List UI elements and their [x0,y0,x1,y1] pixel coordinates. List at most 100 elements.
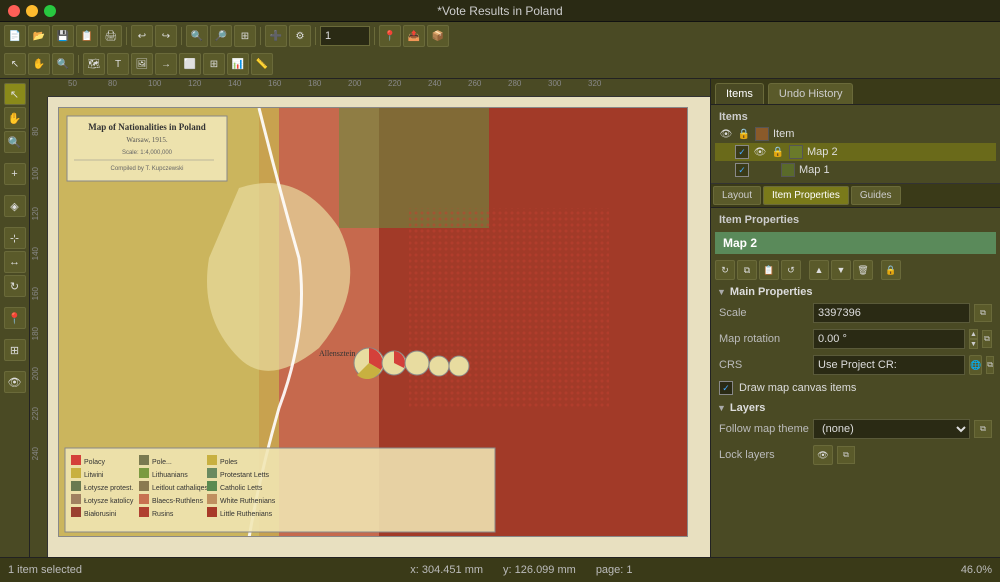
add-legend-button[interactable]: 📊 [227,53,249,75]
rotation-copy-btn[interactable]: ⧉ [982,330,992,348]
prop-paste-style-btn[interactable]: 📋 [759,260,779,280]
add-scalebar-button[interactable]: 📏 [251,53,273,75]
zoom-tool-button[interactable]: 🔍 [52,53,74,75]
canvas-area[interactable]: 50 80 100 120 140 160 180 200 220 240 26… [30,79,710,557]
select-item-tool[interactable]: ↖ [4,83,26,105]
item-eye-map2[interactable]: 👁 [753,145,767,159]
item-check-map1[interactable]: ✓ [735,163,749,177]
undo-history-tab[interactable]: Undo History [768,83,854,104]
item-row-map1[interactable]: ✓ Map 1 [715,161,996,179]
item-type-icon [755,127,769,141]
toolbar-sep-5 [374,27,375,45]
select-tool-button[interactable]: ↖ [4,53,26,75]
minimize-button[interactable] [26,5,38,17]
add-map-button[interactable]: 🗺 [83,53,105,75]
add-page-button[interactable]: ➕ [265,25,287,47]
scale-input[interactable] [813,303,970,323]
guides-tab[interactable]: Guides [851,186,901,205]
pan-tool[interactable]: ✋ [4,107,26,129]
node-edit-tool[interactable]: ◈ [4,195,26,217]
undo-button[interactable]: ↩ [131,25,153,47]
prop-lock-btn[interactable]: 🔒 [881,260,901,280]
item-properties-tab[interactable]: Item Properties [763,186,849,205]
follow-theme-copy-btn[interactable]: ⧉ [974,420,992,438]
print-button[interactable]: 🖨 [100,25,122,47]
items-tab[interactable]: Items [715,83,764,104]
saveas-button[interactable]: 📋 [76,25,98,47]
export-button[interactable]: 📤 [403,25,425,47]
item-lock-icon[interactable]: 🔒 [737,127,751,141]
add-shape-button[interactable]: ⬜ [179,53,201,75]
map-canvas[interactable]: Map of Nationalities in Poland Warsaw, 1… [48,97,710,557]
rotation-up-btn[interactable]: ▲ [969,329,978,339]
atlas-tool[interactable]: 📍 [4,307,26,329]
rotate-tool[interactable]: ↻ [4,275,26,297]
export-all-button[interactable]: 📦 [427,25,449,47]
add-label-button[interactable]: T [107,53,129,75]
crs-input[interactable] [813,355,965,375]
prop-copy-style-btn[interactable]: ⧉ [737,260,757,280]
rotation-label: Map rotation [719,333,809,345]
lock-layers-copy-btn[interactable]: ⧉ [837,446,855,464]
zoom-in-button[interactable]: 🔍 [186,25,208,47]
pan-tool-button[interactable]: ✋ [28,53,50,75]
zoom-out-button[interactable]: 🔎 [210,25,232,47]
main-properties-header[interactable]: ▼ Main Properties [715,282,996,300]
crs-copy-btn[interactable]: ⧉ [986,356,994,374]
move-tool[interactable]: ⊹ [4,227,26,249]
close-button[interactable] [8,5,20,17]
prop-reset-btn[interactable]: ↺ [781,260,801,280]
add-arrow-button[interactable]: → [155,53,177,75]
add-item-tool[interactable]: + [4,163,26,185]
item-row-item[interactable]: 👁 🔒 Item [715,125,996,143]
map-image-container[interactable]: Map of Nationalities in Poland Warsaw, 1… [58,107,688,537]
svg-text:Little Ruthenians: Little Ruthenians [220,511,273,518]
follow-theme-select[interactable]: (none) [813,419,970,439]
main-area: ↖ ✋ 🔍 + ◈ ⊹ ↔ ↻ 📍 ⊞ 👁 50 80 100 120 140 … [0,79,1000,557]
item-lock-map2[interactable]: 🔒 [771,145,785,159]
redo-button[interactable]: ↪ [155,25,177,47]
resize-tool[interactable]: ↔ [4,251,26,273]
rotation-input[interactable] [813,329,965,349]
settings-button[interactable]: ⚙ [289,25,311,47]
scale-copy-btn[interactable]: ⧉ [974,304,992,322]
prop-delete-btn[interactable]: 🗑 [853,260,873,280]
sep-lt-4 [4,299,26,305]
open-button[interactable]: 📂 [28,25,50,47]
prop-move-up-btn[interactable]: ▲ [809,260,829,280]
crs-select-btn[interactable]: 🌐 [969,355,982,375]
atlas-button[interactable]: 📍 [379,25,401,47]
guides-tool[interactable]: ⊞ [4,339,26,361]
page-input[interactable] [320,26,370,46]
item-check-map2[interactable]: ✓ [735,145,749,159]
svg-text:Leitlout cathaliqes: Leitlout cathaliqes [152,485,209,492]
add-image-button[interactable]: 🖼 [131,53,153,75]
draw-canvas-checkbox[interactable]: ✓ [719,381,733,395]
draw-canvas-row[interactable]: ✓ Draw map canvas items [715,378,996,398]
item-label-map2: Map 2 [807,146,838,158]
svg-text:Scale: 1:4,000,000: Scale: 1:4,000,000 [122,150,173,156]
maximize-button[interactable] [44,5,56,17]
title-bar: *Vote Results in Poland [0,0,1000,22]
save-button[interactable]: 💾 [52,25,74,47]
svg-text:Protestant Letts: Protestant Letts [220,472,270,479]
prop-refresh-btn[interactable]: ↻ [715,260,735,280]
zoom-canvas-tool[interactable]: 🔍 [4,131,26,153]
add-table-button[interactable]: ⊞ [203,53,225,75]
svg-text:Blaecs-Ruthlens: Blaecs-Ruthlens [152,498,203,505]
preview-tool[interactable]: 👁 [4,371,26,393]
item-eye-icon[interactable]: 👁 [719,127,733,141]
zoom-fit-button[interactable]: ⊞ [234,25,256,47]
lock-layers-eye-btn[interactable]: 👁 [813,445,833,465]
layout-tab[interactable]: Layout [713,186,761,205]
svg-text:Warsaw, 1915.: Warsaw, 1915. [126,136,167,144]
prop-move-down-btn[interactable]: ▼ [831,260,851,280]
rotation-spinner[interactable]: ▲ ▼ [969,329,978,349]
svg-text:Poles: Poles [220,459,238,466]
rotation-down-btn[interactable]: ▼ [969,339,978,349]
right-panel: Items Undo History Items 👁 🔒 Item ✓ 👁 🔒 … [710,79,1000,557]
layers-header[interactable]: ▼ Layers [715,398,996,416]
svg-text:Rusins: Rusins [152,511,174,518]
item-row-map2[interactable]: ✓ 👁 🔒 Map 2 [715,143,996,161]
new-button[interactable]: 📄 [4,25,26,47]
